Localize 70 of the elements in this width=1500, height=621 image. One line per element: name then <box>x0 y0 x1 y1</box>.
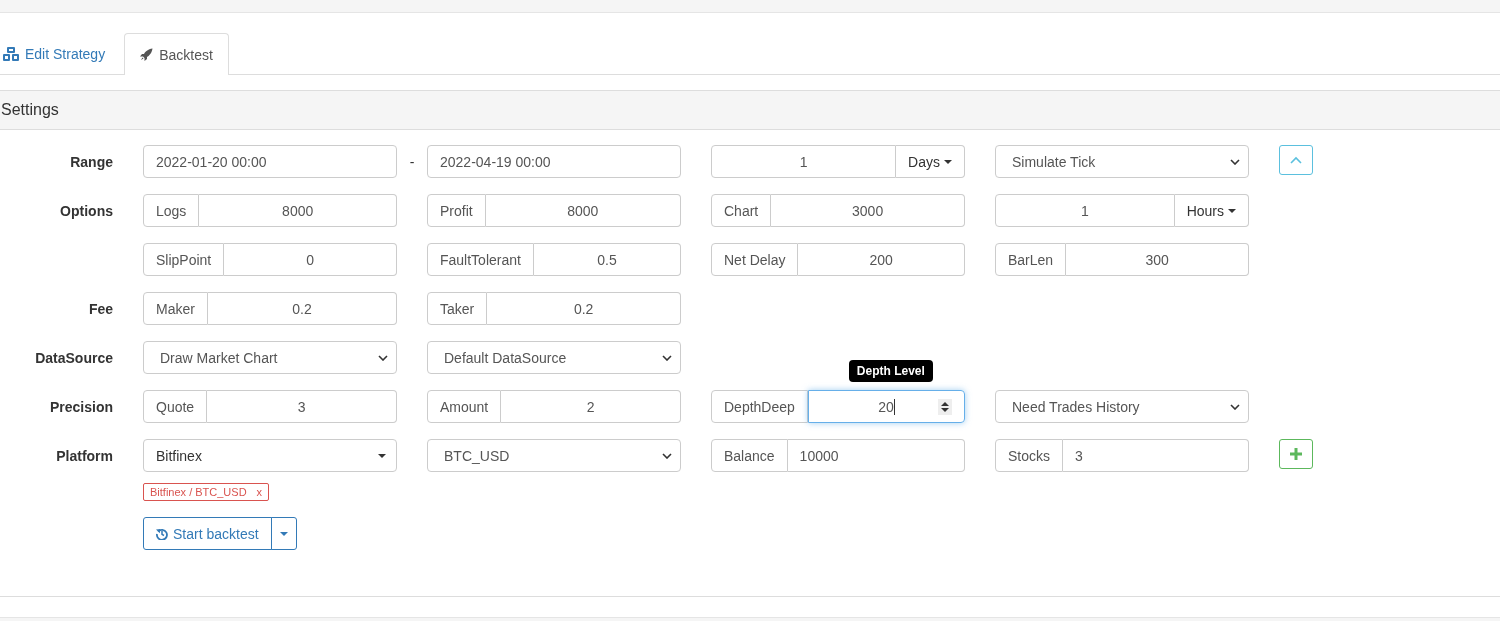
input-field[interactable]: 0 <box>224 243 397 276</box>
chevron-down-icon <box>1230 403 1240 410</box>
plus-icon <box>1290 448 1302 460</box>
input-field[interactable]: 3 <box>207 390 397 423</box>
chevron-up-icon <box>1290 156 1302 164</box>
caret-icon <box>1228 208 1236 213</box>
panel-title: Settings <box>1 101 59 119</box>
tooltip: Depth Level <box>848 360 933 382</box>
field-label: BarLen <box>995 243 1067 276</box>
rocket-icon <box>140 48 154 61</box>
select-field[interactable]: BTC_USD <box>427 439 681 472</box>
collapse-button[interactable] <box>1279 145 1313 175</box>
dropdown-toggle[interactable] <box>270 517 297 550</box>
caret-icon <box>279 531 288 536</box>
history-icon <box>156 527 168 540</box>
input-field[interactable]: 0.2 <box>207 292 397 325</box>
input-field[interactable]: 2 <box>501 390 681 423</box>
select-field[interactable]: Need Trades History <box>995 390 1249 423</box>
cubes-icon <box>3 47 19 61</box>
chevron-down-icon <box>378 354 388 361</box>
field-label: Taker <box>427 292 488 325</box>
tab[interactable]: Backtest <box>124 33 229 75</box>
field-label: FaultTolerant <box>427 243 534 276</box>
input-field[interactable]: 3000 <box>771 194 965 227</box>
field-label: Logs <box>143 194 200 227</box>
select-field[interactable]: Simulate Tick <box>995 145 1249 178</box>
date-field[interactable]: 2022-01-20 00:00 <box>143 145 397 178</box>
input-field[interactable]: 3 <box>1063 439 1249 472</box>
input-field[interactable]: 200 <box>798 243 965 276</box>
input-field[interactable]: 8000 <box>199 194 397 227</box>
select-field[interactable]: Draw Market Chart <box>143 341 397 374</box>
select-field[interactable]: Default DataSource <box>427 341 681 374</box>
field-label: Chart <box>711 194 772 227</box>
number-field[interactable]: 1 <box>711 145 897 178</box>
field-label: Stocks <box>995 439 1063 472</box>
field-label: SlipPoint <box>143 243 225 276</box>
date-field[interactable]: 2022-04-19 00:00 <box>427 145 681 178</box>
range-separator: - <box>409 153 415 170</box>
unit-dropdown[interactable]: Days <box>896 145 965 178</box>
row-label: Range <box>70 153 113 170</box>
field-label: Maker <box>143 292 208 325</box>
field-label: Quote <box>143 390 208 423</box>
row-label: Options <box>60 202 113 219</box>
field-label: Net Delay <box>711 243 799 276</box>
row-label: Precision <box>49 398 113 415</box>
field-label: Balance <box>711 439 788 472</box>
dropdown-field[interactable]: Bitfinex <box>143 439 397 472</box>
field-label: Profit <box>427 194 486 227</box>
remove-button[interactable]: x <box>256 485 263 498</box>
input-field[interactable]: 8000 <box>485 194 681 227</box>
field-label: Amount <box>427 390 502 423</box>
field-label: DepthDeep <box>711 390 808 423</box>
pair-tag: Bitfinex / BTC_USD x <box>143 482 270 501</box>
row-label: Fee <box>88 300 113 317</box>
input-field[interactable]: 300 <box>1066 243 1249 276</box>
input-field[interactable]: 0.5 <box>533 243 681 276</box>
row-label: DataSource <box>35 349 113 366</box>
number-field[interactable]: 1 <box>995 194 1175 227</box>
add-button[interactable] <box>1279 439 1313 469</box>
input-field[interactable]: 0.2 <box>487 292 681 325</box>
chevron-down-icon <box>1230 158 1240 165</box>
tab[interactable]: Edit Strategy <box>0 33 125 74</box>
unit-dropdown[interactable]: Hours <box>1174 194 1249 227</box>
caret-icon <box>378 453 386 458</box>
row-label: Platform <box>56 447 113 464</box>
caret-icon <box>944 159 952 164</box>
start-backtest-button[interactable]: Start backtest <box>143 517 272 550</box>
chevron-down-icon <box>662 452 672 459</box>
chevron-down-icon <box>662 354 672 361</box>
input-field[interactable]: 10000 <box>787 439 965 472</box>
